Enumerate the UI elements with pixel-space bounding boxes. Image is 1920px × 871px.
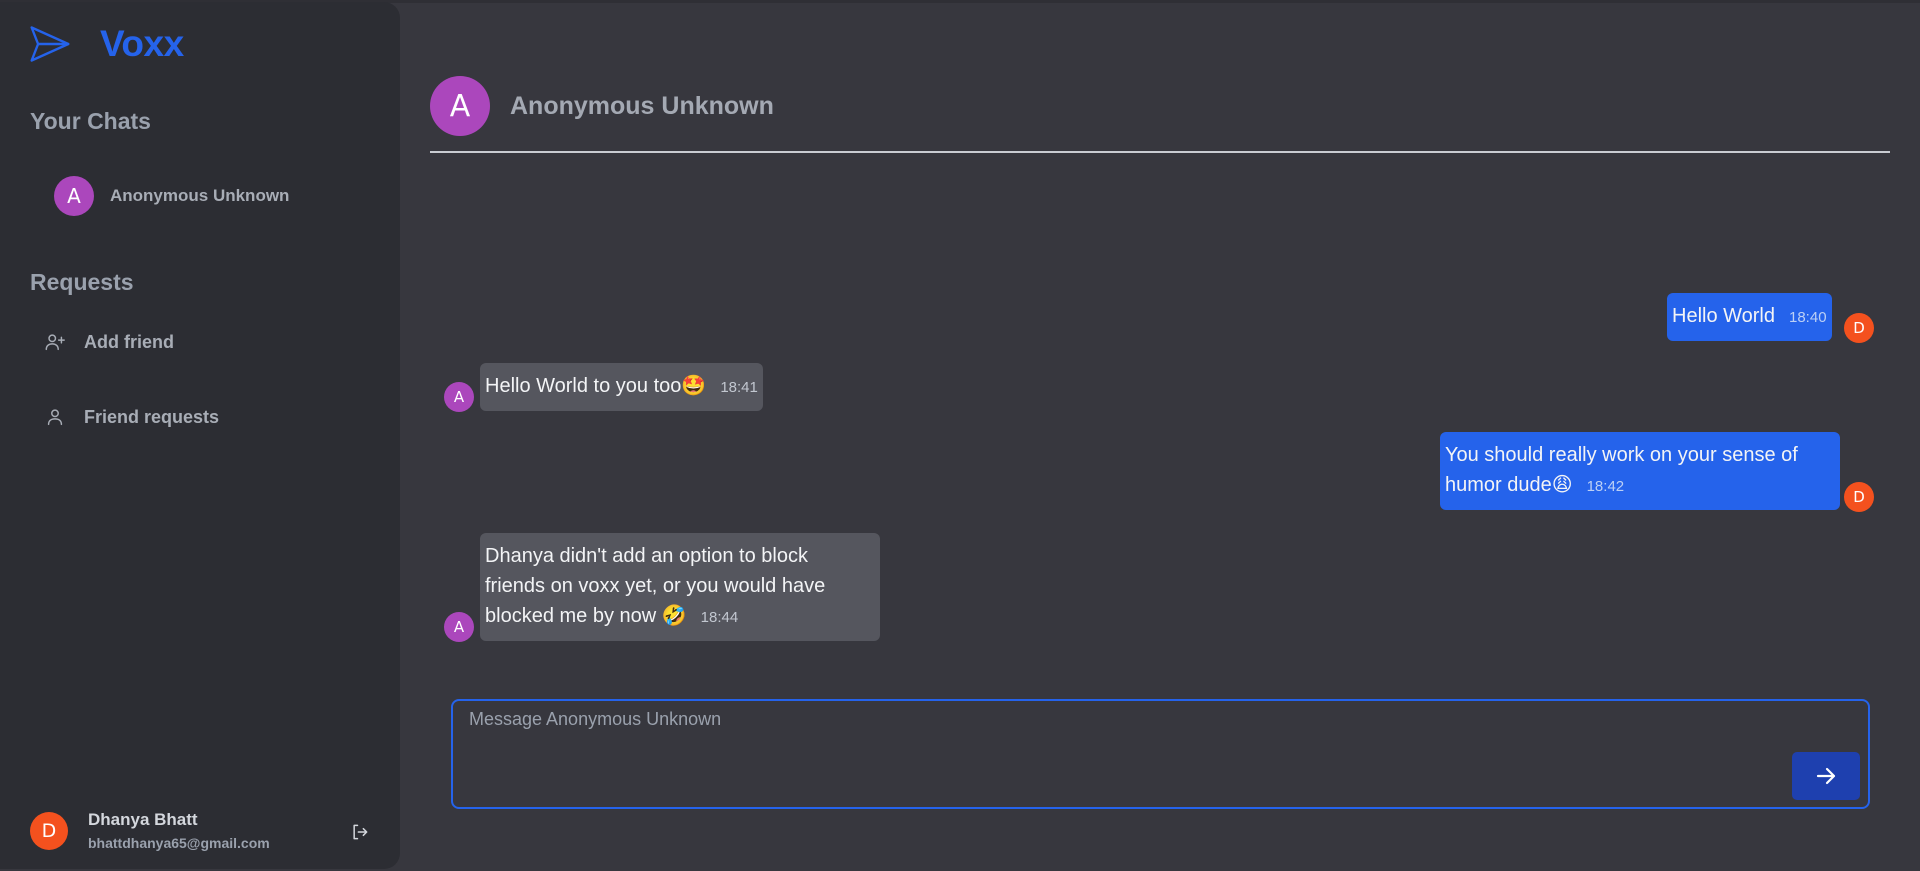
avatar: D	[1844, 482, 1874, 512]
header-divider	[430, 151, 1890, 153]
friend-requests-link[interactable]: Friend requests	[44, 406, 219, 428]
avatar: A	[444, 612, 474, 642]
chat-item-label: Anonymous Unknown	[110, 186, 290, 205]
user-plus-icon	[45, 334, 65, 351]
app-logo[interactable]: Voxx	[28, 22, 184, 66]
message-bubble-outgoing: Hello World 18:40	[1667, 293, 1832, 341]
send-button[interactable]	[1792, 752, 1860, 800]
message-input[interactable]	[469, 709, 1749, 749]
paper-plane-icon	[30, 26, 70, 62]
message-composer	[451, 699, 1870, 809]
message-text-line: You should really work on your sense of	[1445, 444, 1798, 466]
avatar: D	[30, 811, 68, 850]
logout-icon[interactable]	[350, 822, 370, 842]
sidebar: Voxx Your Chats A Anonymous Unknown Requ…	[0, 2, 400, 869]
avatar: A	[444, 382, 474, 412]
message-bubble-incoming: Hello World to you too🤩 18:41	[480, 363, 763, 411]
profile-name: Dhanya Bhatt	[88, 810, 198, 829]
message-bubble-outgoing: You should really work on your sense of …	[1440, 432, 1840, 510]
message-time: 18:44	[700, 609, 739, 626]
your-chats-heading: Your Chats	[30, 108, 151, 134]
app-name: Voxx	[100, 23, 184, 64]
message-text-line: humor dude😩	[1445, 474, 1573, 496]
conversation-header: A Anonymous Unknown	[430, 76, 774, 136]
user-profile: D Dhanya Bhatt bhattdhanya65@gmail.com	[30, 810, 270, 851]
add-friend-link[interactable]: Add friend	[44, 331, 174, 353]
conversation-title: Anonymous Unknown	[510, 91, 774, 120]
message-text: Hello World to you too🤩	[485, 375, 707, 397]
add-friend-label: Add friend	[84, 331, 174, 352]
message-bubble-incoming: Dhanya didn't add an option to block fri…	[480, 533, 880, 641]
message-text: Hello World	[1672, 305, 1775, 327]
message-text-line: Dhanya didn't add an option to block	[485, 545, 808, 567]
user-icon	[47, 409, 63, 426]
profile-email: bhattdhanya65@gmail.com	[88, 835, 270, 851]
message-text-line: friends on voxx yet, or you would have	[485, 575, 826, 597]
avatar: A	[54, 176, 94, 216]
avatar: D	[1844, 313, 1874, 343]
avatar: A	[430, 76, 490, 136]
arrow-right-icon	[1816, 767, 1836, 785]
message-time: 18:42	[1586, 478, 1625, 495]
requests-heading: Requests	[30, 269, 134, 295]
message-time: 18:40	[1789, 309, 1827, 326]
message-text-line: blocked me by now 🤣	[485, 605, 687, 627]
friend-requests-label: Friend requests	[84, 406, 220, 427]
chat-item-anonymous-unknown[interactable]: A Anonymous Unknown	[54, 176, 289, 216]
message-time: 18:41	[720, 379, 758, 396]
